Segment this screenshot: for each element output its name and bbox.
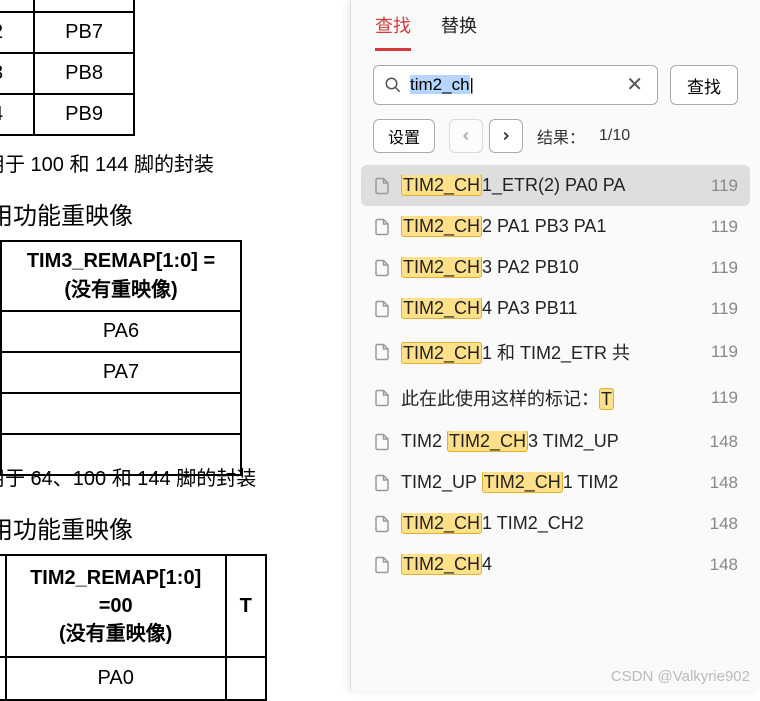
result-page: 119 [711, 388, 738, 408]
file-icon [373, 343, 391, 361]
file-icon [373, 556, 391, 574]
file-icon [373, 218, 391, 236]
result-count: 1/10 [599, 127, 630, 145]
result-item[interactable]: TIM2_CH1 和 TIM2_ETR 共 119 [361, 329, 750, 375]
file-icon [373, 177, 391, 195]
table-row: _CH4PB9 [0, 94, 134, 135]
table-row: _CH3PB8 [0, 53, 134, 94]
result-text: TIM2_CH4 PA3 PB11 [401, 298, 701, 319]
search-icon [384, 76, 402, 94]
next-result-button[interactable] [489, 119, 523, 153]
file-icon [373, 300, 391, 318]
result-page: 119 [711, 342, 738, 362]
file-icon [373, 259, 391, 277]
result-text: TIM2_CH1 TIM2_CH2 [401, 513, 700, 534]
table-row: 1PA6 [0, 311, 241, 352]
result-text: TIM2_CH2 PA1 PB3 PA1 [401, 216, 701, 237]
result-text: TIM2_CH4 [401, 554, 700, 575]
table-header-row: 能 TIM2_REMAP[1:0]=00(没有重映像) T [0, 555, 266, 657]
search-box[interactable]: tim2_ch| ✕ [373, 65, 658, 105]
table-row: _CH2PB7 [0, 12, 134, 53]
result-text: TIM2_UP TIM2_CH1 TIM2 [401, 472, 700, 493]
result-text: TIM2 TIM2_CH3 TIM2_UP [401, 431, 700, 452]
controls-row: 设置 结果： 1/10 [351, 115, 760, 165]
find-button[interactable]: 查找 [670, 65, 738, 105]
result-item[interactable]: TIM2_CH3 PA2 PB10 119 [361, 247, 750, 288]
results-list: TIM2_CH1_ETR(2) PA0 PA119TIM2_CH2 PA1 PB… [351, 165, 760, 585]
heading-remap-2: 复用功能重映像 [0, 510, 133, 545]
note-text: 适用于 64、100 和 144 脚的封装 [0, 462, 256, 491]
result-text: TIM2_CH1 和 TIM2_ETR 共 [401, 339, 701, 365]
result-item[interactable]: TIM2_CH4 PA3 PB11 119 [361, 288, 750, 329]
nav-buttons [449, 119, 523, 153]
search-row: tim2_ch| ✕ 查找 [351, 51, 760, 115]
search-panel: 查找 替换 tim2_ch| ✕ 查找 设置 结果： 1/10 TIM2_CH1… [350, 0, 760, 691]
result-page: 148 [710, 514, 738, 534]
result-item[interactable]: TIM2_CH2 PA1 PB3 PA1 119 [361, 206, 750, 247]
table-tim3: 能 TIM3_REMAP[1:0] =(没有重映像) 1PA6 2PA7 3 4 [0, 240, 242, 476]
table-row: 3 [0, 393, 241, 434]
chevron-left-icon [459, 129, 473, 143]
clear-icon[interactable]: ✕ [622, 75, 647, 95]
result-item[interactable]: TIM2_UP TIM2_CH1 TIM2 148 [361, 462, 750, 503]
result-text: TIM2_CH3 PA2 PB10 [401, 257, 701, 278]
table-tim2: 能 TIM2_REMAP[1:0]=00(没有重映像) T ETR(2) PA0 [0, 554, 267, 701]
file-icon [373, 433, 391, 451]
note-text: 适用于 100 和 144 脚的封装 [0, 148, 214, 177]
document-background: _CH1PB6 _CH2PB7 _CH3PB8 _CH4PB9 适用于 100 … [0, 0, 350, 691]
result-page: 119 [711, 258, 738, 278]
heading-remap-1: 复用功能重映像 [0, 196, 133, 231]
tabs: 查找 替换 [351, 0, 760, 51]
result-page: 148 [710, 432, 738, 452]
result-label: 结果： [537, 124, 585, 148]
table-row: 2PA7 [0, 352, 241, 393]
result-page: 119 [711, 299, 738, 319]
result-page: 119 [711, 176, 738, 196]
tab-replace[interactable]: 替换 [441, 12, 477, 51]
result-item[interactable]: TIM2_CH1_ETR(2) PA0 PA 119 [361, 165, 750, 206]
result-page: 148 [710, 473, 738, 493]
file-icon [373, 515, 391, 533]
watermark: CSDN @Valkyrie902 [611, 668, 750, 685]
result-page: 148 [710, 555, 738, 575]
result-item[interactable]: TIM2_CH4 148 [361, 544, 750, 585]
table-row: ETR(2) PA0 [0, 657, 266, 700]
result-item[interactable]: TIM2 TIM2_CH3 TIM2_UP 148 [361, 421, 750, 462]
result-item[interactable]: 此在此使用这样的标记：T 119 [361, 375, 750, 421]
result-text: 此在此使用这样的标记：T [401, 385, 701, 411]
result-text: TIM2_CH1_ETR(2) PA0 PA [401, 175, 701, 196]
file-icon [373, 389, 391, 407]
table-row: _CH1PB6 [0, 0, 134, 12]
chevron-right-icon [499, 129, 513, 143]
table-tim1: _CH1PB6 _CH2PB7 _CH3PB8 _CH4PB9 [0, 0, 135, 136]
settings-button[interactable]: 设置 [373, 119, 435, 153]
tab-find[interactable]: 查找 [375, 12, 411, 51]
prev-result-button[interactable] [449, 119, 483, 153]
result-item[interactable]: TIM2_CH1 TIM2_CH2 148 [361, 503, 750, 544]
file-icon [373, 474, 391, 492]
table-header-row: 能 TIM3_REMAP[1:0] =(没有重映像) [0, 241, 241, 311]
search-input[interactable]: tim2_ch| [402, 75, 622, 95]
result-page: 119 [711, 217, 738, 237]
